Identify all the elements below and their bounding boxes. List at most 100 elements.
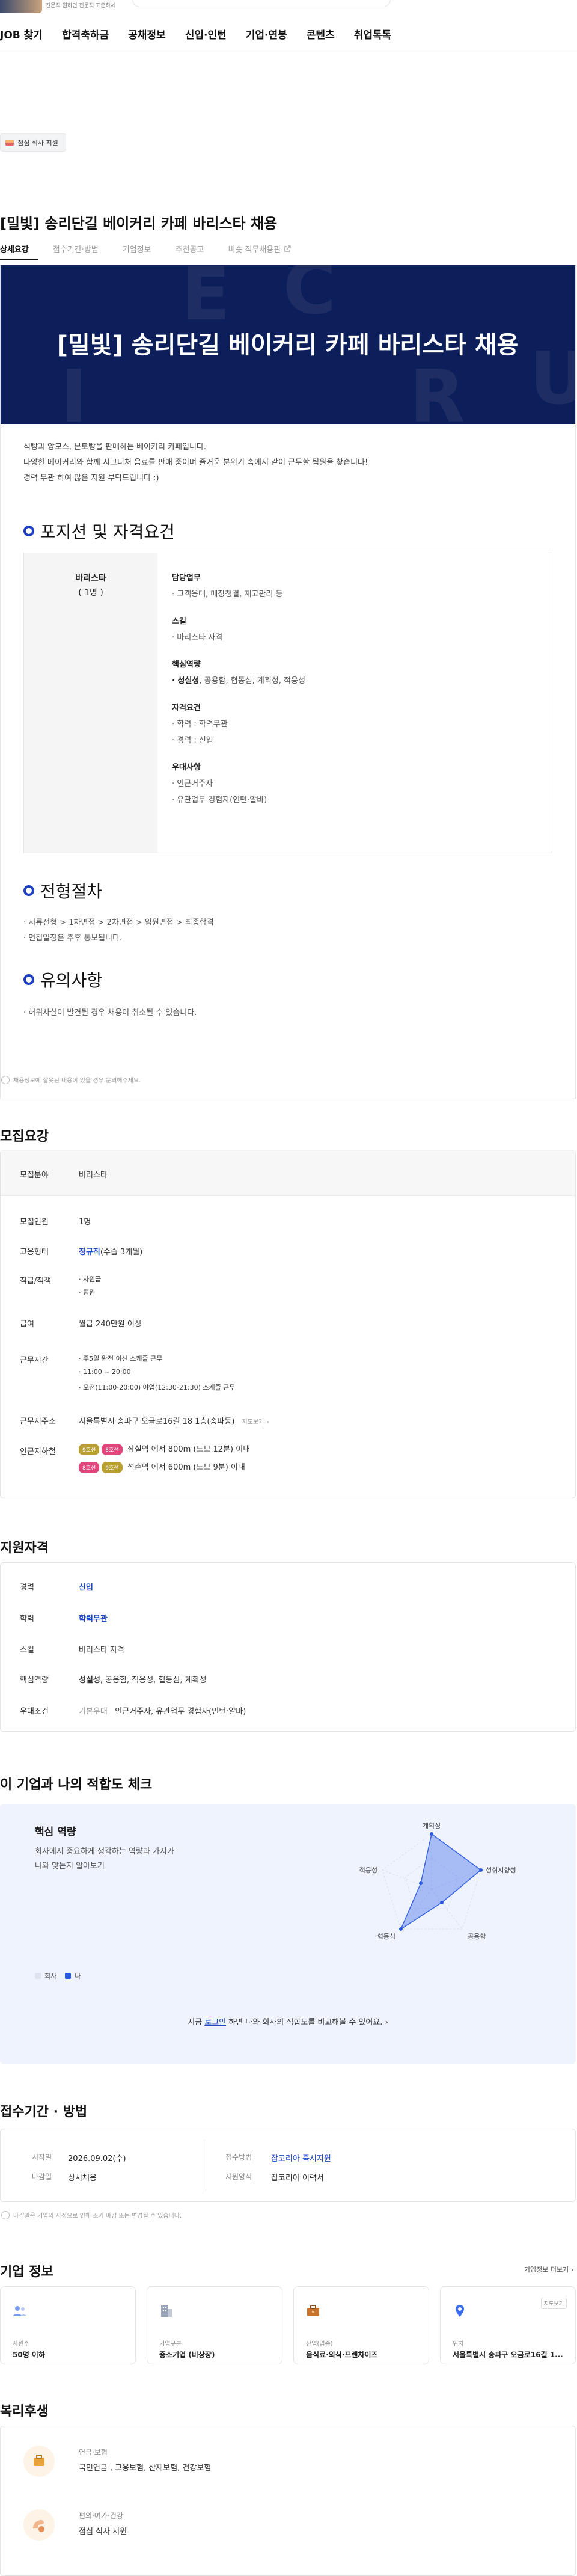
tab-detail[interactable]: 상세요강 bbox=[0, 243, 29, 254]
recruit-label: 모집분야 bbox=[20, 1171, 49, 1180]
briefcase-icon bbox=[307, 2305, 319, 2316]
company-heading: 기업 정보 bbox=[0, 2265, 53, 2280]
radar-label: 협동심 bbox=[377, 1933, 395, 1940]
leisure-icon bbox=[23, 2509, 55, 2541]
people-icon bbox=[13, 2306, 26, 2316]
qualify-heading: 지원자격 bbox=[0, 1541, 49, 1556]
ad-text[interactable]: 전문직 원하면 전문직 표준하세 bbox=[46, 1, 115, 9]
section-process-title: 전형절차 bbox=[40, 882, 103, 901]
chevron-right-icon: › bbox=[385, 2018, 388, 2027]
welfare-card: 연금·보험 국민연금 , 고용보험, 산재보험, 건강보험 편의·여가·건강 점… bbox=[0, 2426, 576, 2576]
external-link-icon bbox=[284, 245, 291, 252]
map-link[interactable]: 지도보기 bbox=[242, 1419, 264, 1426]
nav-job-search[interactable]: JOB 찾기 bbox=[0, 26, 43, 41]
radar-chart: 계획성 성취지향성 공용함 협동심 적응성 bbox=[359, 1822, 516, 1940]
company-card-label: 산업(업종) bbox=[306, 2341, 333, 2348]
ad-thumbnail[interactable] bbox=[0, 0, 42, 13]
top-ad-bar: 전문직 원하면 전문직 표준하세 bbox=[0, 0, 577, 16]
welfare-category: 편의·여가·건강 bbox=[79, 2512, 123, 2520]
apply-method-label: 접수방법 bbox=[225, 2153, 252, 2162]
radar-label: 적응성 bbox=[359, 1866, 377, 1874]
subway-text: 잠실역 에서 800m (도보 12분) 이내 bbox=[127, 1445, 251, 1454]
tab-apply-period[interactable]: 접수기간·방법 bbox=[53, 243, 99, 254]
req-item: · 경력 : 신입 bbox=[172, 736, 213, 745]
welfare-item: 연금·보험 국민연금 , 고용보험, 산재보험, 건강보험 bbox=[1, 2432, 576, 2495]
req-group-title: 담당업무 bbox=[172, 574, 201, 583]
company-map-tag[interactable]: 지도보기 bbox=[540, 2298, 567, 2309]
recruit-card: 모집분야 바리스타 모집인원 1명 고용형태 정규직(수습 3개월) 직급/직책… bbox=[0, 1150, 576, 1498]
tab-recommend[interactable]: 추천공고 bbox=[176, 243, 204, 254]
legend-me-label: 나 bbox=[75, 1972, 81, 1980]
welfare-value: 점심 식사 지원 bbox=[79, 2527, 127, 2536]
ring-bullet-icon bbox=[23, 885, 34, 896]
fit-cta-post: 하면 나와 회사의 적합도를 비교해볼 수 있어요. bbox=[226, 2018, 383, 2027]
intro-line: 식빵과 앙모스, 본토빵을 판매하는 베이커리 카페입니다. bbox=[23, 443, 207, 452]
subway-row: 9호선 8호선 잠실역 에서 800m (도보 12분) 이내 bbox=[79, 1443, 250, 1455]
recruit-value: · 팀원 bbox=[79, 1289, 96, 1296]
recruit-label: 급여 bbox=[20, 1320, 34, 1329]
company-card-value: 음식료·외식·프랜차이즈 bbox=[306, 2351, 378, 2359]
company-more-link[interactable]: 기업정보 더보기 › bbox=[524, 2265, 573, 2274]
radar-point bbox=[399, 1927, 403, 1931]
req-group-title: 핵심역량 bbox=[172, 660, 201, 669]
detail-report-note[interactable]: 채용정보에 잘못된 내용이 있을 경우 문의해주세요. bbox=[1, 1075, 141, 1084]
tab-company-info[interactable]: 기업정보 bbox=[123, 243, 151, 254]
company-card-industry: 산업(업종) 음식료·외식·프랜차이즈 bbox=[293, 2286, 429, 2364]
recruit-value: 서울특별시 송파구 오금로16길 18 1층(송파동) 지도보기 › bbox=[79, 1415, 269, 1426]
req-item: · 유관업무 경험자(인턴·알바) bbox=[172, 796, 267, 805]
section-notice-heading: 유의사항 bbox=[23, 968, 102, 992]
apply-note-text: 마감일은 기업의 사정으로 인해 조기 마감 또는 변경될 수 있습니다. bbox=[13, 2213, 182, 2219]
job-banner: E C U I R [밀빛] 송리단길 베이커리 카페 바리스타 채용 bbox=[1, 265, 575, 424]
login-link[interactable]: 로그인 bbox=[204, 2018, 226, 2027]
nav-company-salary[interactable]: 기업·연봉 bbox=[246, 26, 287, 41]
radar-legend: 회사 나 bbox=[35, 1971, 81, 1981]
job-intro: 식빵과 앙모스, 본토빵을 판매하는 베이커리 카페입니다. 다양한 베이커리와… bbox=[23, 440, 368, 486]
recruit-value: · 11:00 ~ 20:00 bbox=[79, 1368, 131, 1376]
tab-similar-jobs[interactable]: 비슷 직무채용관 bbox=[228, 243, 291, 254]
fit-desc: 회사에서 중요하게 생각하는 역량과 가지가 나와 맞는지 알아보기 bbox=[35, 1845, 174, 1874]
req-group: 자격요건 · 학력 : 학력무관 · 경력 : 신입 bbox=[172, 701, 305, 745]
nav-job-talk[interactable]: 취업톡톡 bbox=[354, 26, 392, 41]
qualify-value-rest: , 공용함, 적응성, 협동심, 계획성 bbox=[100, 1676, 207, 1685]
legend-company: 회사 bbox=[35, 1971, 56, 1981]
job-title: [밀빛] 송리단길 베이커리 카페 바리스타 채용 bbox=[0, 215, 278, 232]
legend-swatch bbox=[35, 1973, 41, 1979]
legend-swatch bbox=[65, 1973, 72, 1979]
radar-me-area bbox=[400, 1833, 482, 1930]
nav-public-recruit[interactable]: 공채정보 bbox=[128, 26, 166, 41]
building-icon bbox=[161, 2305, 172, 2317]
nav-contents[interactable]: 콘텐츠 bbox=[307, 26, 335, 41]
apply-start: 2026.09.02(수) bbox=[68, 2154, 126, 2164]
company-card-label: 사원수 bbox=[13, 2341, 29, 2348]
company-card-location: 지도보기 위치 서울특별시 송파구 오금로16길 1... bbox=[440, 2286, 576, 2364]
qualify-value-bold: 성실성 bbox=[79, 1676, 100, 1685]
apply-method-link[interactable]: 잡코리아 즉시지원 bbox=[271, 2152, 331, 2164]
qualify-value: 바리스타 자격 bbox=[79, 1646, 124, 1655]
welfare-value: 국민연금 , 고용보험, 산재보험, 건강보험 bbox=[79, 2464, 212, 2473]
apply-note: 마감일은 기업의 사정으로 인해 조기 마감 또는 변경될 수 있습니다. bbox=[1, 2210, 182, 2219]
intro-line: 경력 무관 하여 많은 지원 부탁드립니다 :) bbox=[23, 474, 159, 483]
employment-type: 정규직 bbox=[79, 1248, 100, 1257]
subway-text: 석촌역 에서 600m (도보 9분) 이내 bbox=[127, 1463, 245, 1472]
ring-bullet-icon bbox=[23, 526, 34, 536]
nav-newcomer-intern[interactable]: 신입·인턴 bbox=[185, 26, 227, 41]
welfare-item: 편의·여가·건강 점심 식사 지원 bbox=[1, 2496, 576, 2559]
recruit-label: 근무시간 bbox=[20, 1356, 49, 1365]
info-icon bbox=[1, 2210, 10, 2219]
qualify-value: 학력무관 bbox=[79, 1615, 108, 1624]
subway-line-badge: 8호선 bbox=[79, 1462, 100, 1473]
position-requirements: 담당업무 · 고객응대, 매장청결, 재고관리 등 스킬 · 바리스타 자격 핵… bbox=[172, 571, 305, 809]
radar-label: 공용함 bbox=[468, 1933, 486, 1940]
apply-heading: 접수기간 · 방법 bbox=[0, 2105, 88, 2120]
qualify-pref: 인근거주자, 유관업무 경험자(인턴·알바) bbox=[115, 1707, 246, 1716]
nav-pass-bonus[interactable]: 합격축하금 bbox=[62, 26, 109, 41]
position-name-cell: 바리스타 ( 1명 ) bbox=[24, 553, 157, 853]
benefit-chip[interactable]: 점심 식사 지원 bbox=[0, 133, 66, 152]
welfare-category: 연금·보험 bbox=[79, 2448, 108, 2456]
ring-bullet-icon bbox=[23, 974, 34, 985]
search-box[interactable] bbox=[132, 0, 391, 7]
company-card-type: 기업구분 중소기업 (비상장) bbox=[147, 2286, 282, 2364]
detail-tabs: 상세요강 접수기간·방법 기업정보 추천공고 비슷 직무채용관 bbox=[0, 243, 315, 254]
req-item-rest: , 공용함, 협동심, 계획성, 적응성 bbox=[199, 676, 305, 685]
company-card-label: 위치 bbox=[453, 2341, 464, 2348]
